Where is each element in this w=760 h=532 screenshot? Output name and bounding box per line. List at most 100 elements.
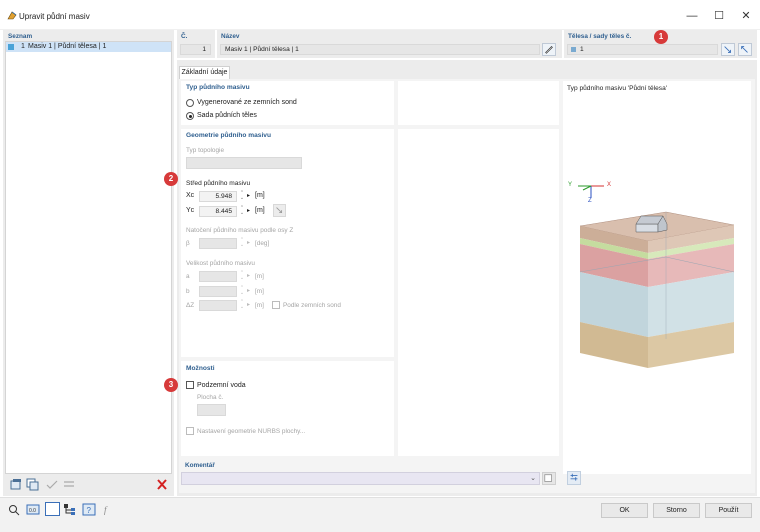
delete-icon[interactable] [155,478,169,491]
solid-color-icon [571,47,576,52]
yc-arrow-icon[interactable]: ▸ [247,207,250,214]
yc-label: Yc [186,207,195,214]
pick-solid-icon[interactable] [721,43,735,56]
radio-generated-from-probes[interactable] [186,99,194,107]
a-unit: [m] [255,273,264,280]
list-item[interactable]: 1 Masiv 1 | Půdní tělesa | 1 [6,42,171,52]
by-probes-checkbox[interactable] [272,301,280,309]
yc-spinner[interactable]: ⌃ ⌄ [238,206,246,217]
geometry-section: Geometrie půdního masivu Typ topologie S… [181,129,394,357]
b-field[interactable] [199,286,237,297]
svg-text:?: ? [87,506,92,515]
topology-select[interactable] [186,157,302,169]
b-spinner[interactable]: ⌃ ⌄ [238,286,246,297]
axis-z-label: Z [588,198,592,204]
list-item-number: 1 [21,43,25,50]
beta-label: β [186,240,190,247]
nurbs-label: Nastavení geometrie NURBS plochy... [197,428,306,435]
b-arrow-icon[interactable]: ▸ [247,287,250,294]
callout-badge-1: 1 [654,30,668,44]
xc-spinner[interactable]: ⌃ ⌄ [238,191,246,202]
maximize-button[interactable]: ☐ [707,8,731,24]
building-icon [635,215,668,233]
center-label: Střed půdního masivu [186,180,251,187]
coordinate-axes-icon [578,185,604,198]
dz-spinner[interactable]: ⌃ ⌄ [238,300,246,311]
a-arrow-icon[interactable]: ▸ [247,272,250,279]
xc-unit: [m] [255,192,265,199]
a-field[interactable] [199,271,237,282]
apply-button[interactable]: Použít [705,503,752,518]
comment-label: Komentář [185,462,215,469]
callout-badge-2: 2 [164,172,178,186]
size-label: Velikost půdního masivu [186,260,255,267]
number-label: Č. [181,33,188,40]
ok-button[interactable]: OK [601,503,648,518]
radio-solid-set[interactable] [186,112,194,120]
svg-text:f: f [104,505,108,515]
solids-label: Tělesa / sady těles č. [568,33,632,40]
solid-icon [8,44,14,50]
options-header: Možnosti [186,365,215,372]
close-button[interactable]: ✕ [734,8,758,24]
pick-center-icon[interactable] [273,204,286,217]
b-unit: [m] [255,288,264,295]
name-field[interactable]: Masiv 1 | Půdní tělesa | 1 [220,44,540,55]
tree-icon[interactable] [63,503,77,516]
xc-label: Xc [186,192,195,199]
tab-basic-data[interactable]: Základní údaje [179,66,230,79]
xc-field[interactable]: 5.948 [199,191,237,202]
preview-options-icon[interactable] [567,471,581,485]
xc-arrow-icon[interactable]: ▸ [247,192,250,199]
dz-arrow-icon[interactable]: ▸ [247,301,250,308]
soil-type-section: Typ půdního masivu Vygenerované ze zemní… [181,81,394,125]
chevron-down-icon[interactable]: ⌄ [530,474,536,482]
cancel-button[interactable]: Storno [653,503,700,518]
preview-panel: Typ půdního masivu 'Půdní tělesa' Y X Z [563,81,751,474]
value-display-icon[interactable]: 0.0 [26,503,40,516]
comment-edit-icon[interactable] [542,472,556,485]
groundwater-label: Podzemní voda [197,382,246,389]
radio-generated-label: Vygenerované ze zemních sond [197,99,297,106]
a-spinner[interactable]: ⌃ ⌄ [238,271,246,282]
rotation-label: Natočení půdního masivu podle osy Z [186,227,294,234]
soil-massif-graphic [578,185,735,368]
uncheck-all-icon[interactable] [62,478,76,491]
by-probes-label: Podle zemních sond [283,302,341,309]
axis-y-label: Y [568,182,573,188]
nurbs-checkbox[interactable] [186,427,194,435]
help-icon[interactable]: ? [82,503,96,516]
minimize-button[interactable]: — [680,8,704,24]
dz-unit: [m] [255,302,264,309]
surface-label: Plocha č. [197,394,224,401]
yc-field[interactable]: 8.445 [199,206,237,217]
search-icon[interactable] [7,503,21,516]
function-icon[interactable]: f [101,503,115,516]
list-header: Seznam [8,33,33,40]
beta-arrow-icon[interactable]: ▸ [247,239,250,246]
number-field[interactable]: 1 [180,44,211,55]
view-toggle-icon[interactable] [45,502,60,516]
surface-field[interactable] [197,404,226,416]
axis-x-label: X [607,182,612,188]
new-item-icon[interactable] [9,478,23,491]
geometry-header: Geometrie půdního masivu [186,132,272,139]
solids-field[interactable]: 1 [567,44,718,55]
select-solid-icon[interactable] [738,43,752,56]
edit-name-icon[interactable] [542,43,556,56]
list-box [5,41,172,474]
beta-spinner[interactable]: ⌃ ⌄ [238,238,246,249]
dz-field[interactable] [199,300,237,311]
radio-solid-set-label: Sada půdních těles [197,112,257,119]
comment-field[interactable]: ⌄ [181,472,540,485]
window-title: Upravit půdní masiv [19,12,90,21]
options-section: Možnosti Podzemní voda Plocha č. Nastave… [181,361,394,456]
beta-field[interactable] [199,238,237,249]
copy-item-icon[interactable] [26,478,40,491]
middle-panel [398,129,559,456]
list-item-label: Masiv 1 | Půdní tělesa | 1 [28,43,107,50]
groundwater-checkbox[interactable] [186,381,194,389]
check-all-icon[interactable] [45,478,59,491]
title-bar: Upravit půdní masiv — ☐ ✕ [0,0,760,30]
beta-unit: [deg] [255,240,270,247]
